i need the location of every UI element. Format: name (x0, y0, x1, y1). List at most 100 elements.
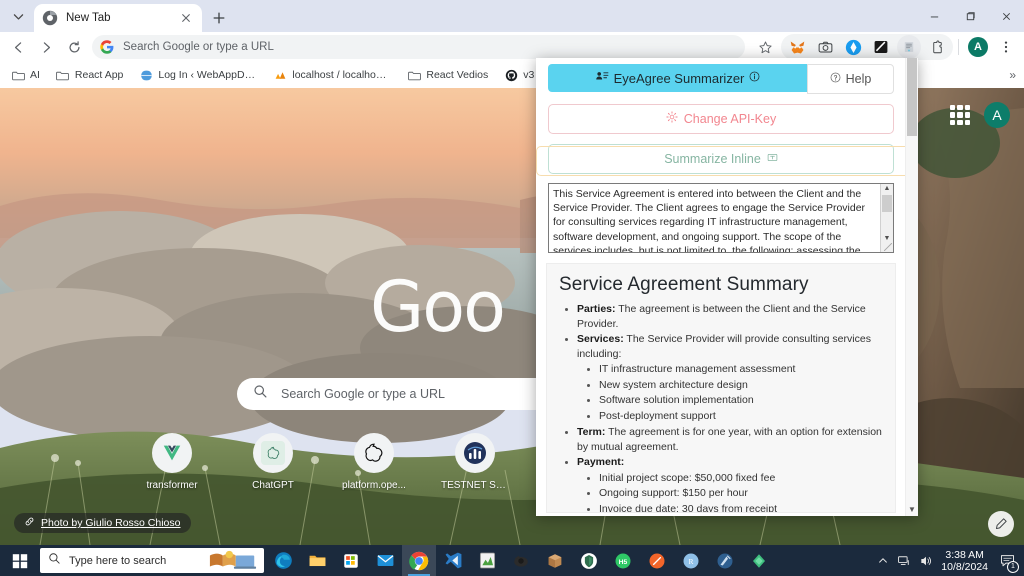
bookmark-item[interactable]: localhost / localhost... (268, 66, 396, 84)
popup-scroll-down-icon[interactable]: ▼ (906, 505, 918, 514)
scrollbar-thumb[interactable] (882, 195, 892, 212)
search-icon (48, 552, 61, 570)
metamask-icon[interactable] (785, 35, 809, 59)
taskbar-app-edge[interactable] (266, 545, 300, 576)
bookmark-item[interactable]: AI (6, 66, 45, 84)
taskbar-app-hackerrank[interactable]: H5 (606, 545, 640, 576)
address-bar[interactable]: Search Google or type a URL (92, 35, 745, 59)
google-logo: Goo (370, 266, 506, 348)
tray-expand-icon[interactable] (877, 555, 889, 567)
bookmark-label: React App (74, 69, 124, 81)
taskbar-app-mail[interactable] (368, 545, 402, 576)
shortcut-label: TESTNET Sep... (441, 480, 509, 491)
svg-text:H5: H5 (619, 559, 628, 566)
shortcut-tile[interactable]: transformer (140, 433, 204, 491)
extension-title-button[interactable]: EyeAgree Summarizer (548, 64, 807, 92)
dark-reader-icon[interactable] (869, 35, 893, 59)
clock-time: 3:38 AM (945, 548, 984, 561)
photo-credit[interactable]: Photo by Giulio Rosso Chioso (14, 513, 191, 533)
close-icon[interactable] (178, 10, 194, 26)
camera-icon[interactable] (813, 35, 837, 59)
taskbar-search-box[interactable]: Type here to search (40, 548, 264, 573)
notification-center-button[interactable]: 1 (996, 550, 1019, 573)
extension-popup: EyeAgree Summarizer Help Change API-Key … (536, 58, 918, 516)
link-icon (24, 514, 35, 532)
google-apps-grid-icon[interactable] (950, 105, 970, 125)
summary-item: Term: The agreement is for one year, wit… (577, 425, 885, 454)
shortcut-label: transformer (146, 480, 198, 491)
minimize-icon[interactable] (916, 0, 952, 32)
customize-chrome-button[interactable] (988, 511, 1014, 537)
taskbar-app-blender[interactable] (504, 545, 538, 576)
textarea-scrollbar[interactable]: ▲ ▼ (880, 184, 893, 252)
popup-scrollbar-thumb[interactable] (907, 58, 917, 136)
taskbar-app-notepad-plus[interactable] (470, 545, 504, 576)
bookmark-label: React Vedios (426, 69, 489, 81)
bookmark-item[interactable]: Log In ‹ WebAppDe... (134, 66, 262, 84)
taskbar-app-vmware[interactable] (742, 545, 776, 576)
taskbar-app-rstudio[interactable]: R (674, 545, 708, 576)
brave-wallet-icon[interactable] (841, 35, 865, 59)
page-top-right-controls: A (950, 102, 1010, 128)
tab-search-icon[interactable] (6, 4, 30, 28)
chrome-menu-icon[interactable] (992, 33, 1020, 61)
summary-item: Parties: The agreement is between the Cl… (577, 302, 885, 331)
forward-icon[interactable] (32, 33, 60, 61)
bookmark-item[interactable]: React App (51, 66, 128, 84)
extensions-pill (781, 34, 953, 60)
bookmarks-overflow-icon[interactable]: » (1009, 68, 1016, 82)
taskbar-app-brave[interactable] (572, 545, 606, 576)
close-window-icon[interactable] (988, 0, 1024, 32)
summary-item: Payment: Initial project scope: $50,000 … (577, 455, 885, 512)
taskbar-app-postman[interactable] (640, 545, 674, 576)
newtab-search-placeholder: Search Google or type a URL (281, 387, 445, 401)
shortcut-tile[interactable]: ChatGPT (241, 433, 305, 491)
help-button[interactable]: Help (807, 64, 894, 94)
window-controls (916, 0, 1024, 32)
eyeagree-icon[interactable] (897, 35, 921, 59)
new-tab-button[interactable] (209, 8, 229, 28)
summarize-page-button[interactable]: Summarize Page (536, 146, 906, 176)
taskbar-app-file-explorer[interactable] (300, 545, 334, 576)
reload-icon[interactable] (60, 33, 88, 61)
resize-grip[interactable] (884, 243, 892, 251)
clock-date: 10/8/2024 (941, 560, 988, 573)
taskbar-app-microsoft-store[interactable] (334, 545, 368, 576)
source-text-value: This Service Agreement is entered into b… (553, 188, 866, 253)
profile-avatar[interactable]: A (964, 33, 992, 61)
change-api-key-button[interactable]: Change API-Key (548, 104, 894, 134)
bookmark-star-icon[interactable] (751, 33, 779, 61)
bookmark-item[interactable]: React Vedios (402, 66, 493, 84)
etherscan-icon (455, 433, 495, 473)
taskbar-app-chrome[interactable] (402, 545, 436, 576)
shortcut-label: platform.ope... (342, 480, 406, 491)
taskbar-app-vscode[interactable] (436, 545, 470, 576)
network-icon[interactable] (897, 554, 911, 568)
summary-item-label: Payment: (577, 456, 625, 468)
summary-subitem: Initial project scope: $50,000 fixed fee (599, 471, 885, 487)
extension-title: EyeAgree Summarizer (613, 70, 745, 86)
page-avatar[interactable]: A (984, 102, 1010, 128)
summary-title: Service Agreement Summary (559, 274, 809, 295)
summary-item-label: Parties: (577, 303, 616, 315)
taskbar-clock[interactable]: 3:38 AM 10/8/2024 (941, 549, 988, 573)
maximize-icon[interactable] (952, 0, 988, 32)
volume-icon[interactable] (919, 554, 933, 568)
shortcut-tile[interactable]: TESTNET Sep... (441, 433, 509, 491)
extensions-puzzle-icon[interactable] (925, 35, 949, 59)
info-circle-icon[interactable] (749, 69, 760, 87)
summary-item-label: Services: (577, 333, 624, 345)
taskbar-app-minecraft[interactable] (538, 545, 572, 576)
taskbar-app-unknown-blue[interactable] (708, 545, 742, 576)
summary-subitem: New system architecture design (599, 378, 885, 394)
gear-icon (666, 110, 678, 128)
scroll-up-icon[interactable]: ▲ (881, 184, 893, 194)
back-icon[interactable] (4, 33, 32, 61)
browser-tab[interactable]: New Tab (34, 4, 202, 32)
source-text-area[interactable]: This Service Agreement is entered into b… (548, 183, 894, 253)
folder-icon (11, 68, 25, 82)
shortcut-tile[interactable]: platform.ope... (342, 433, 406, 491)
start-button[interactable] (0, 545, 40, 576)
change-api-key-label: Change API-Key (683, 112, 777, 126)
popup-scrollbar[interactable]: ▼ (905, 58, 918, 516)
